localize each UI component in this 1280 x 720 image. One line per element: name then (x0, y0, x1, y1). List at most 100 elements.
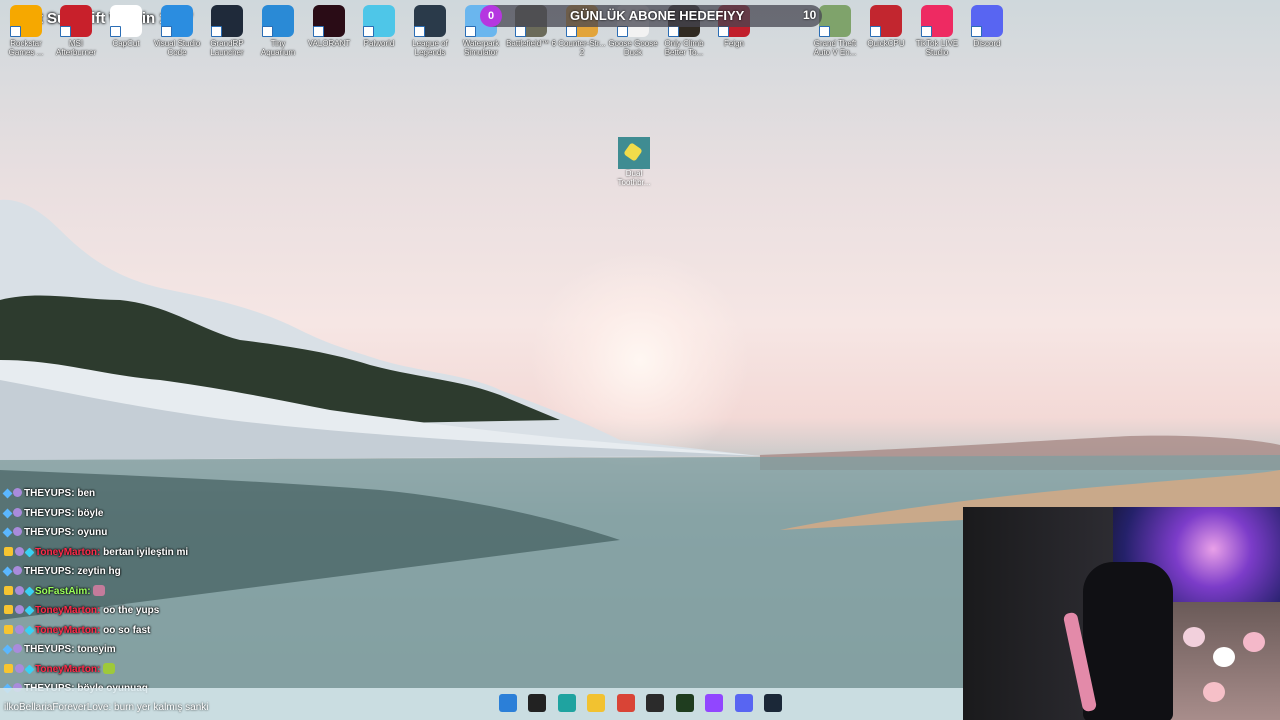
desktop-icon-label: TikTok LIVE Studio (915, 39, 959, 57)
desktop-icon-label: Palworld (363, 39, 395, 48)
chat-message: THEYUPS: zeytin hg (2, 564, 384, 584)
lav-badge-icon (13, 527, 22, 536)
app-icon (819, 5, 851, 37)
crown-badge-icon (4, 585, 13, 595)
chat-username: THEYUPS: (24, 644, 75, 655)
chat-text: böyle (77, 507, 104, 519)
chat-text: ben (77, 488, 96, 499)
chat-username: ToneyMarton: (35, 624, 101, 636)
toothbrush-app-icon (618, 137, 650, 169)
gaming-chair (1083, 562, 1173, 720)
app-icon (60, 5, 92, 37)
chat-text: zeytin hg (77, 566, 121, 577)
desktop-icon-label: GrandRP Launcher (210, 39, 244, 57)
app-icon (110, 5, 142, 37)
crown-badge-icon (4, 605, 13, 614)
desktop-icon-label: Battlefield™ 6 (506, 39, 556, 48)
crown-badge-icon (4, 546, 13, 556)
chat-message: THEYUPS: toneyim (2, 642, 384, 662)
crown-badge-icon (4, 663, 13, 673)
desktop-icon[interactable]: TikTok LIVE Studio (912, 4, 962, 57)
plush-toy (1183, 627, 1205, 647)
emote-icon (93, 584, 106, 596)
chat-message: THEYUPS: ben (2, 486, 384, 506)
desktop-icon-label: Only Climb Better To... (664, 39, 704, 57)
desktop-icon[interactable]: Visual Studio Code (152, 4, 202, 57)
chat-message: THEYUPS: böyle (2, 506, 384, 526)
desktop-icon[interactable]: Rockstar Games ... (1, 4, 51, 57)
chat-username: THEYUPS: (24, 507, 75, 519)
lav-badge-icon (13, 566, 22, 575)
sword-badge-icon (2, 527, 13, 538)
chat-username: SoFastAim: (35, 585, 91, 597)
task-view-icon[interactable] (528, 694, 546, 712)
sword-badge-icon (2, 566, 13, 577)
plush-toy (1243, 632, 1265, 652)
desktop-icon-label: Rockstar Games ... (8, 39, 44, 57)
app-icon (414, 5, 446, 37)
gem-badge-icon (24, 586, 35, 596)
chrome-icon[interactable] (617, 694, 635, 712)
gem-badge-icon (24, 547, 35, 557)
desktop-icon-label: Visual Studio Code (153, 39, 201, 57)
lav-badge-icon (13, 507, 22, 517)
steam-icon[interactable] (764, 694, 782, 712)
chat-message: SoFastAim: (4, 584, 384, 604)
chat-text: oo so fast (103, 624, 151, 636)
desktop-icon[interactable]: VALORANT (304, 4, 354, 48)
desktop-icon-label: CapCut (112, 39, 140, 48)
app-icon (870, 5, 902, 37)
chat-ticker: ilkoBellariaForeverLove: burn yer kalmış… (4, 702, 209, 713)
chat-message: ToneyMarton: bertan iyileştin mi (4, 545, 384, 565)
desktop-icon-label: Discord (973, 39, 1001, 48)
desktop-icon[interactable]: Tiny Aquarium (253, 4, 303, 57)
chat-username: THEYUPS: (24, 527, 75, 538)
chat-message: ToneyMarton: oo so fast (4, 623, 384, 643)
desktop-icon[interactable]: Palworld (354, 4, 404, 48)
windows-start-icon[interactable] (499, 694, 517, 712)
desktop-icon[interactable]: CapCut (101, 4, 151, 48)
app-icon (161, 5, 193, 37)
desktop-icon[interactable]: Discord (962, 4, 1012, 48)
app-icon (10, 5, 42, 37)
app-icon (921, 5, 953, 37)
sword-badge-icon (2, 508, 13, 518)
desktop-icon[interactable]: League of Legends (405, 4, 455, 57)
chat-username: ToneyMarton: (35, 605, 101, 616)
obs-icon[interactable] (646, 694, 664, 712)
discord-icon[interactable] (735, 694, 753, 712)
chat-text: toneyim (77, 644, 116, 655)
plush-toy (1213, 647, 1235, 667)
chat-text: bertan iyileştin mi (103, 546, 189, 558)
chat-text: oo the yups (103, 605, 160, 616)
file-explorer-icon[interactable] (587, 694, 605, 712)
desktop-icon-dual-toothbrush[interactable]: Dual Toothbr... (614, 137, 654, 187)
plush-toy (1203, 682, 1225, 702)
lav-badge-icon (15, 546, 24, 556)
desktop-icon[interactable]: MSI Afterburner (51, 4, 101, 57)
sword-badge-icon (2, 644, 13, 655)
lav-badge-icon (15, 663, 24, 673)
app-icon (363, 5, 395, 37)
desktop-icon-label: Goose Goose Duck (608, 39, 658, 57)
chat-message: THEYUPS: oyunu (2, 525, 384, 545)
app-icon (262, 5, 294, 37)
edge-icon[interactable] (558, 694, 576, 712)
chat-text: oyunu (77, 527, 108, 538)
desktop-icon-label: VALORANT (307, 39, 351, 48)
desktop-icon[interactable]: QuickCPU (861, 4, 911, 48)
chat-username: THEYUPS: (24, 488, 75, 499)
twitch-icon[interactable] (705, 694, 723, 712)
desktop-icon-label: Waterpark Simulator (462, 39, 500, 57)
lav-badge-icon (15, 624, 24, 634)
terminal-icon[interactable] (676, 694, 694, 712)
desktop-icon-label: QuickCPU (867, 39, 905, 48)
desktop-icon[interactable]: GrandRP Launcher (202, 4, 252, 57)
gem-badge-icon (24, 625, 35, 635)
desktop-icon-label: Grand Theft Auto V En... (813, 39, 857, 57)
app-icon (971, 5, 1003, 37)
stream-chat-overlay: THEYUPS: ben THEYUPS: böyle THEYUPS: oyunu… (2, 486, 384, 701)
chat-username: ToneyMarton: (35, 663, 101, 675)
sword-badge-icon (2, 488, 13, 499)
lav-badge-icon (13, 488, 22, 497)
